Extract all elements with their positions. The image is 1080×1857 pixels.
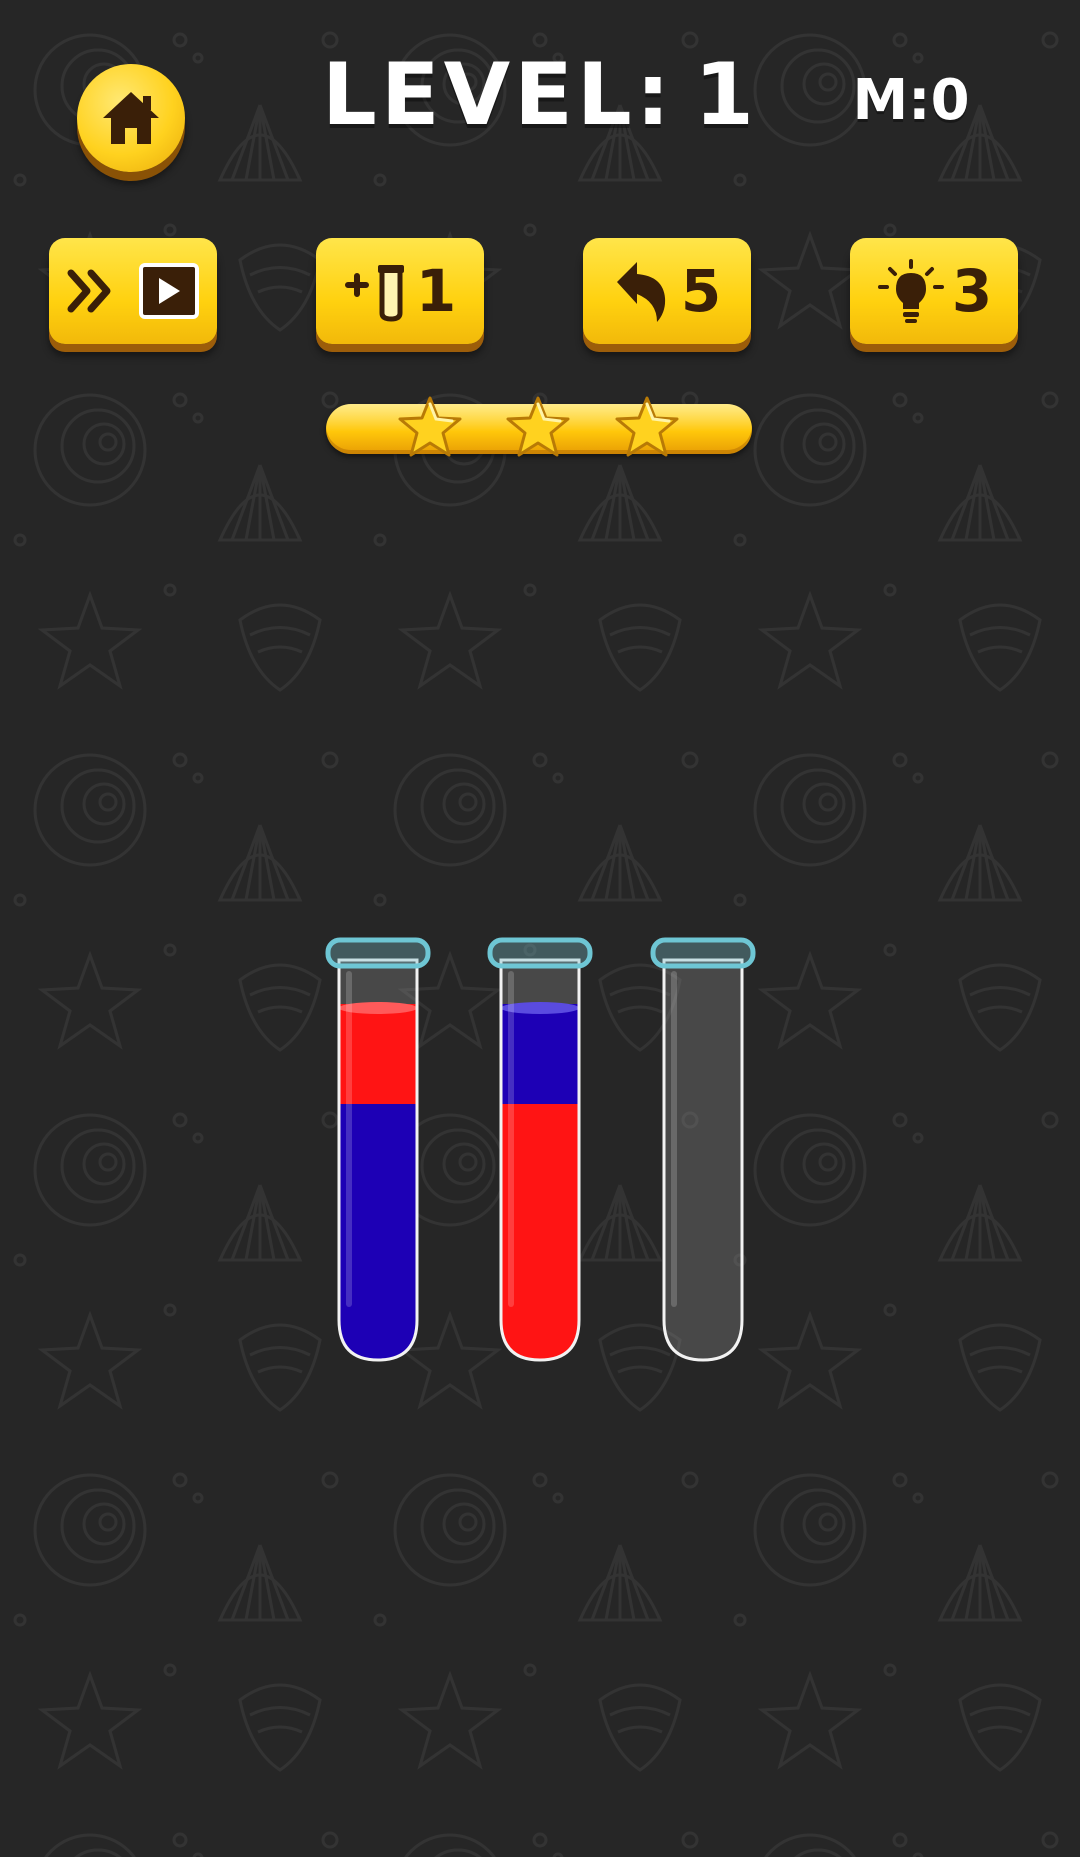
star-progress-bar bbox=[326, 396, 752, 457]
star-icon bbox=[506, 396, 570, 457]
tube-3[interactable] bbox=[650, 934, 756, 1366]
star-icon bbox=[398, 396, 462, 457]
lightbulb-icon bbox=[877, 259, 944, 323]
play-video-icon bbox=[139, 263, 199, 319]
undo-button[interactable]: 5 bbox=[583, 238, 751, 344]
add-tube-count: 1 bbox=[415, 257, 457, 325]
liquid-segment-blue bbox=[339, 1104, 417, 1360]
level-label: LEVEL: bbox=[322, 45, 675, 145]
liquid-segment-red bbox=[501, 1104, 579, 1360]
fast-forward-icon bbox=[67, 269, 111, 313]
tube-rim bbox=[487, 937, 593, 969]
level-number: 1 bbox=[694, 45, 758, 145]
undo-arrow-icon bbox=[616, 262, 665, 322]
liquid-segment-red bbox=[339, 1004, 417, 1104]
plus-tube-icon bbox=[344, 265, 404, 322]
home-icon bbox=[103, 92, 159, 144]
undo-count: 5 bbox=[680, 257, 722, 325]
home-button[interactable] bbox=[77, 64, 185, 172]
moves-counter: M:0 bbox=[852, 67, 970, 133]
tube-rim bbox=[325, 937, 431, 969]
level-title: LEVEL: 1 bbox=[300, 40, 780, 150]
liquid-segment-blue bbox=[501, 1004, 579, 1104]
skip-level-button[interactable] bbox=[49, 238, 217, 344]
star-icon bbox=[615, 396, 679, 457]
tube-1[interactable] bbox=[325, 934, 431, 1366]
add-tube-button[interactable]: 1 bbox=[316, 238, 484, 344]
tube-2[interactable] bbox=[487, 934, 593, 1366]
tube-rim bbox=[650, 937, 756, 969]
hint-count: 3 bbox=[951, 257, 993, 325]
hint-button[interactable]: 3 bbox=[850, 238, 1018, 344]
